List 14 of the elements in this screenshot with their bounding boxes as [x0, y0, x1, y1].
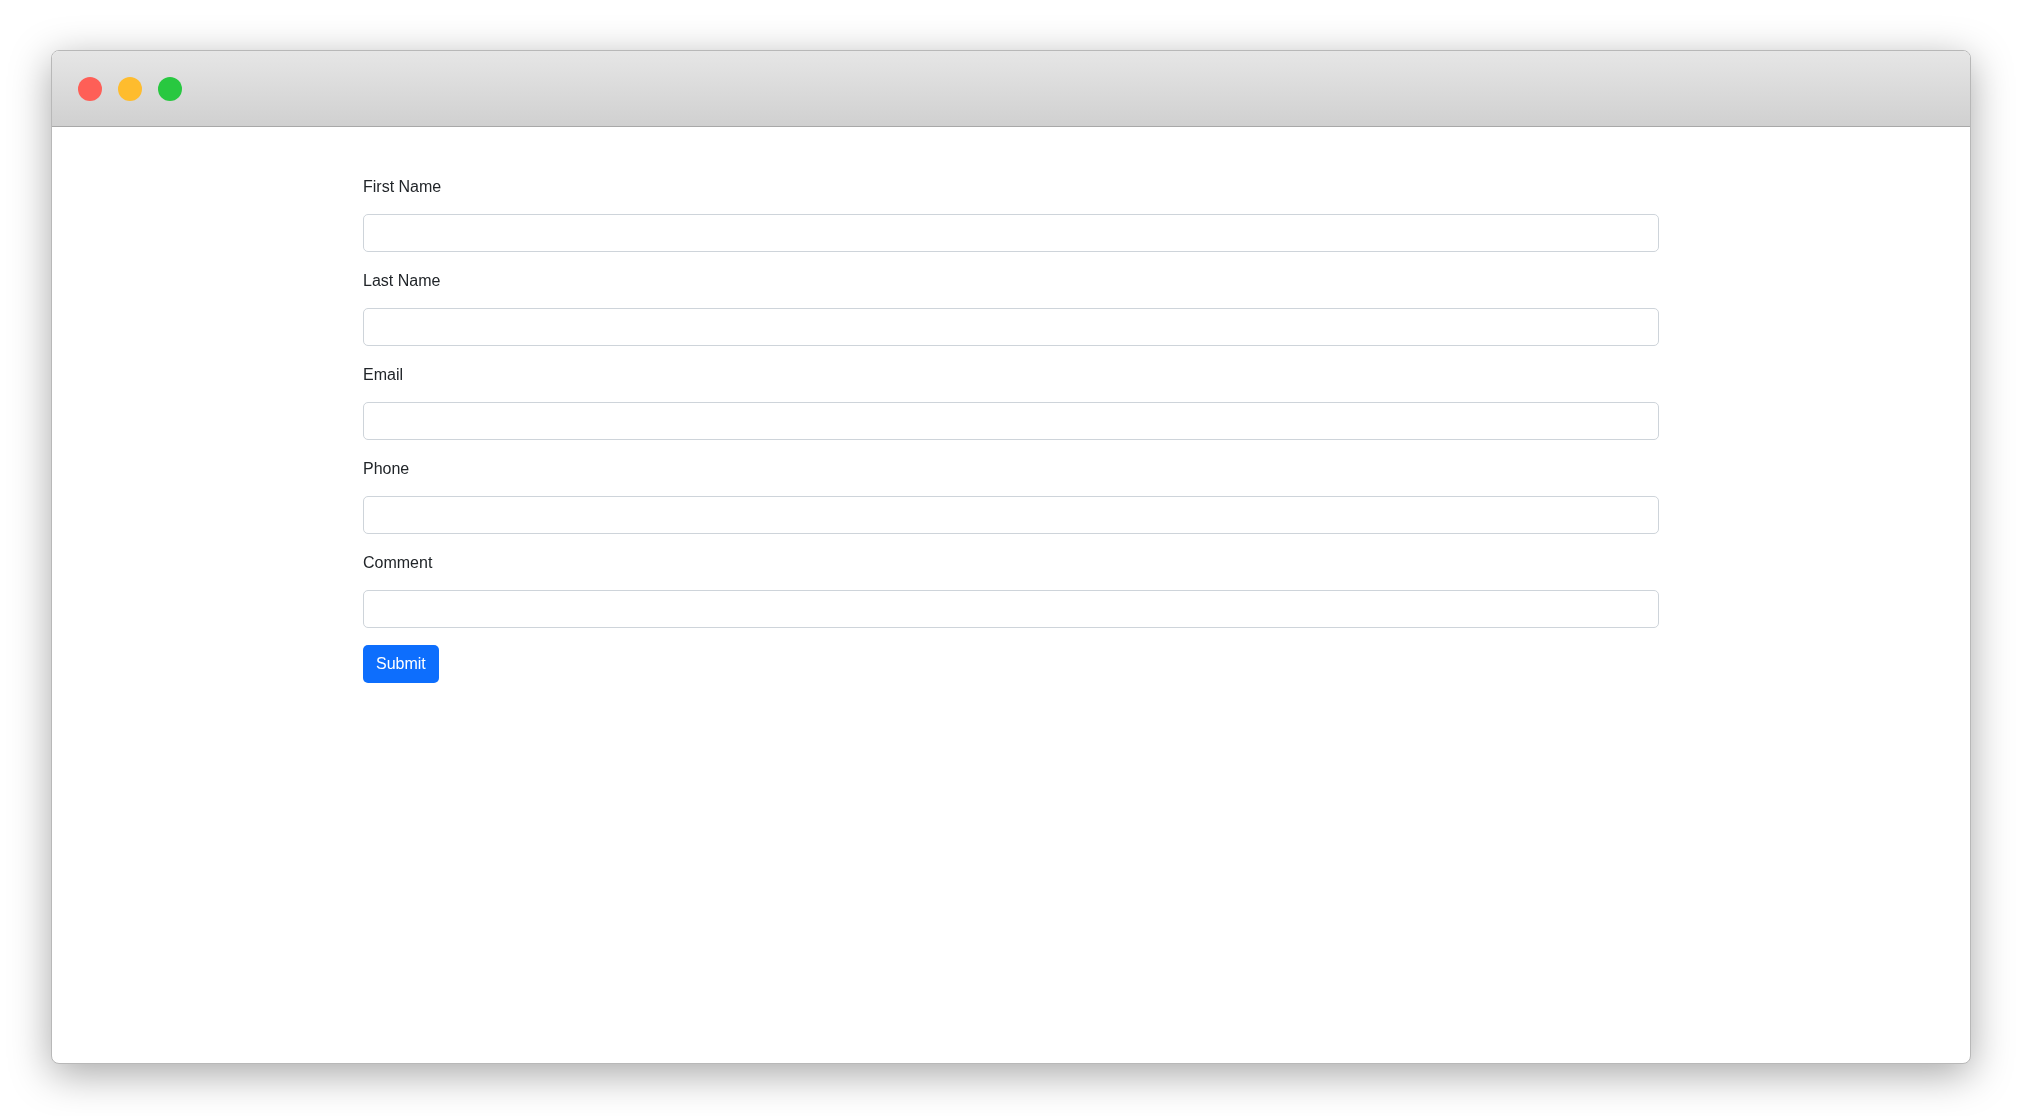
submit-button[interactable]: Submit [363, 645, 439, 683]
input-field[interactable] [363, 590, 1659, 628]
maximize-icon[interactable] [158, 76, 182, 101]
field-label: Comment [363, 553, 433, 573]
field-label: Email [363, 365, 403, 385]
input-field[interactable] [363, 214, 1659, 252]
input-field[interactable] [363, 496, 1659, 534]
minimize-icon[interactable] [118, 76, 142, 101]
field-label: Phone [363, 459, 410, 479]
input-field[interactable] [363, 308, 1659, 346]
input-field[interactable] [363, 402, 1659, 440]
close-icon[interactable] [78, 76, 102, 101]
field-label: Last Name [363, 271, 441, 291]
field-label: First Name [363, 177, 442, 197]
